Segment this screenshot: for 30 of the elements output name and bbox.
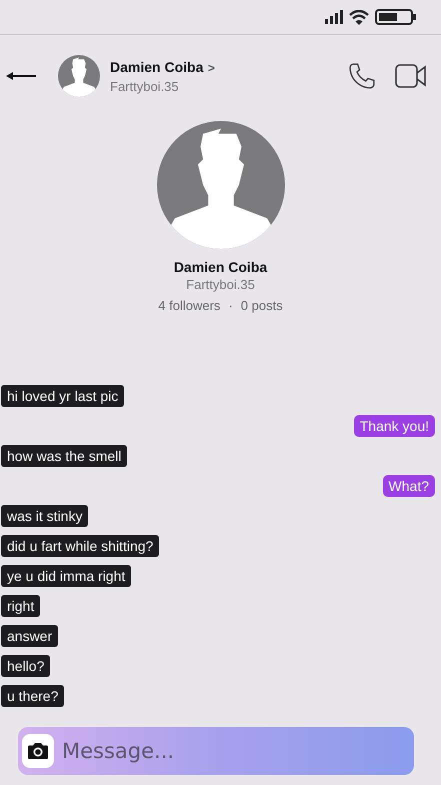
profile-handle: Farttyboi.35 [186, 277, 255, 292]
message-input[interactable]: Message... [18, 727, 414, 775]
chevron[interactable]: > [208, 60, 215, 74]
message-bubble: right [1, 595, 40, 617]
message-bubble: answer [1, 625, 58, 647]
message-bubble: What? [382, 475, 435, 497]
battery-icon [375, 9, 417, 25]
message-bubble: hi loved yr last pic [1, 385, 124, 407]
message-bubble: ye u did imma right [1, 565, 132, 587]
wifi-icon [349, 10, 369, 24]
posts-count: 0 posts [240, 298, 283, 313]
message-bubble: Thank you! [354, 415, 435, 437]
message-bubble: hello? [1, 655, 50, 677]
message-bubble: u there? [1, 685, 64, 707]
video-camera-icon[interactable] [395, 63, 427, 89]
profile-name: Damien Coiba [174, 259, 268, 275]
camera-button[interactable] [22, 734, 54, 768]
message-bubble: how was the smell [1, 445, 128, 467]
signal-icon [325, 10, 343, 24]
message-bubble: was it stinky [1, 505, 88, 527]
avatar [58, 55, 100, 97]
message-bubble: did u fart while shitting? [1, 535, 160, 557]
separator-dot: · [228, 298, 233, 313]
camera-icon [27, 742, 49, 760]
back-arrow-icon[interactable] [6, 71, 36, 81]
contact-name[interactable]: Damien Coiba [110, 58, 204, 74]
message-field[interactable]: Message... [60, 738, 414, 764]
contact-handle: Farttyboi.35 [110, 78, 180, 94]
phone-icon[interactable] [347, 61, 377, 91]
followers-count: 4 followers [158, 298, 220, 313]
